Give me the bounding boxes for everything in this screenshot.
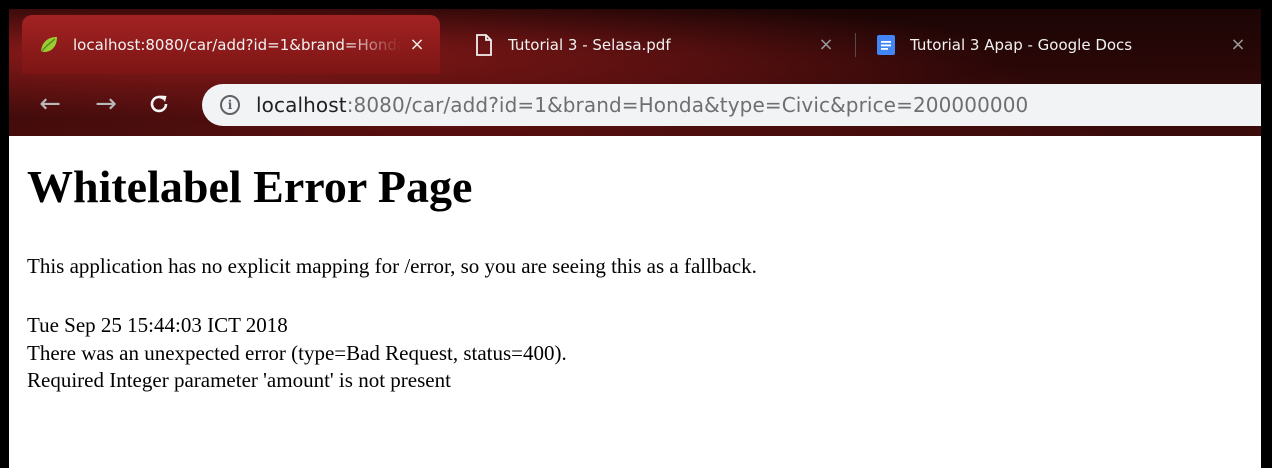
tab-title: Tutorial 3 Apap - Google Docs <box>910 35 1133 54</box>
tab-title: Tutorial 3 - Selasa.pdf <box>508 35 671 54</box>
browser-window: localhost:8080/car/add?id=1&brand=Honda&… <box>9 9 1261 468</box>
close-tab-icon[interactable]: × <box>1223 34 1253 55</box>
arrow-left-icon: ← <box>39 89 61 119</box>
error-detail: Required Integer parameter 'amount' is n… <box>27 368 451 392</box>
error-status: There was an unexpected error (type=Bad … <box>27 341 567 365</box>
reload-icon <box>150 95 168 113</box>
url-path: :8080/car/add?id=1&brand=Honda&type=Civi… <box>346 93 1029 117</box>
forward-button[interactable]: → <box>88 86 124 122</box>
error-message: This application has no explicit mapping… <box>27 254 757 278</box>
url-host: localhost <box>256 93 347 117</box>
tab-strip: localhost:8080/car/add?id=1&brand=Honda&… <box>9 9 1261 74</box>
close-tab-icon[interactable]: × <box>402 34 432 55</box>
google-docs-icon <box>875 34 897 56</box>
tab-localhost[interactable]: localhost:8080/car/add?id=1&brand=Honda&… <box>22 15 440 74</box>
url-text[interactable]: localhost:8080/car/add?id=1&brand=Honda&… <box>256 93 1028 117</box>
tab-google-docs[interactable]: Tutorial 3 Apap - Google Docs × <box>859 15 1261 74</box>
reload-button[interactable] <box>141 86 177 122</box>
arrow-right-icon: → <box>95 89 117 119</box>
address-bar[interactable]: i localhost:8080/car/add?id=1&brand=Hond… <box>202 84 1261 126</box>
tab-separator <box>855 33 856 57</box>
document-icon <box>473 33 495 56</box>
close-tab-icon[interactable]: × <box>811 34 841 55</box>
info-icon[interactable]: i <box>220 95 240 115</box>
page-content: Whitelabel Error Page This application h… <box>9 136 1261 468</box>
tab-title: localhost:8080/car/add?id=1&brand=Honda&… <box>73 35 402 54</box>
page-title: Whitelabel Error Page <box>27 161 473 212</box>
browser-chrome: localhost:8080/car/add?id=1&brand=Honda&… <box>9 9 1261 136</box>
error-timestamp: Tue Sep 25 15:44:03 ICT 2018 <box>27 313 288 337</box>
navigation-bar: ← → i localhost:8080/car/add?id=1&brand=… <box>9 74 1261 136</box>
back-button[interactable]: ← <box>32 86 68 122</box>
tab-tutorial-pdf[interactable]: Tutorial 3 - Selasa.pdf × <box>457 15 849 74</box>
spring-leaf-icon <box>38 34 60 56</box>
